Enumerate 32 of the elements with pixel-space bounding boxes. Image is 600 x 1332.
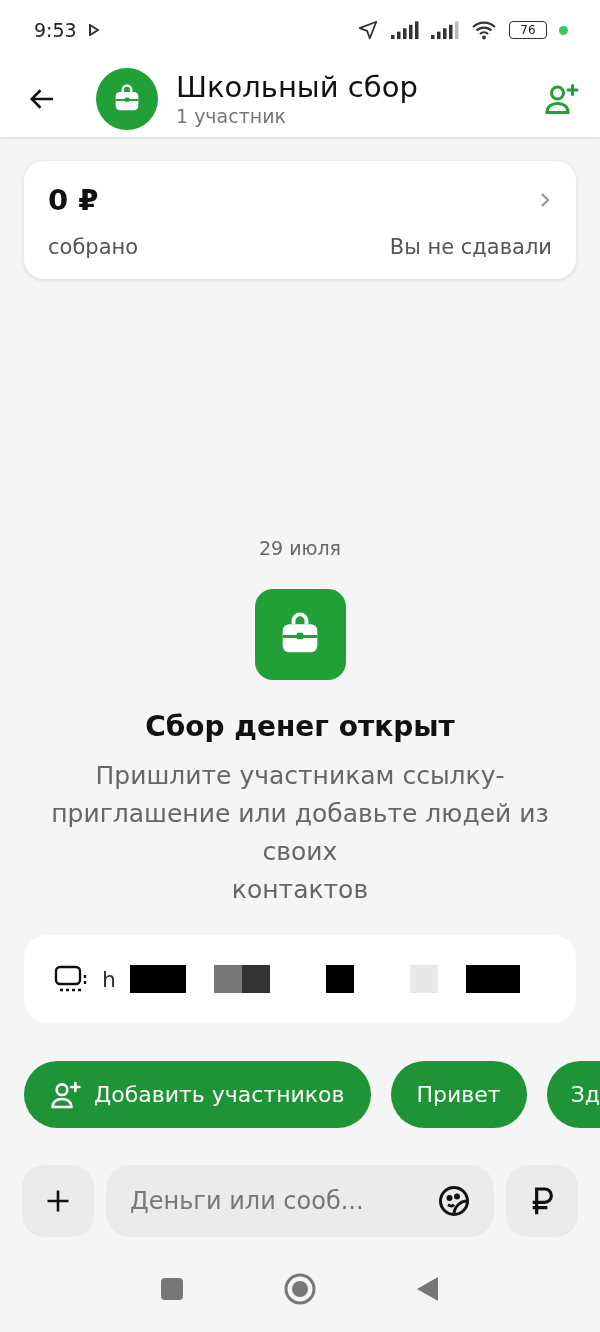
wifi-icon	[471, 20, 497, 40]
chevron-right-icon	[538, 191, 552, 209]
invite-link-card[interactable]: h	[24, 935, 576, 1023]
play-icon	[88, 24, 99, 36]
location-icon	[357, 19, 379, 41]
sticker-icon[interactable]	[436, 1183, 472, 1219]
status-time: 9:53	[34, 19, 77, 41]
home-icon[interactable]	[284, 1273, 316, 1305]
summary-card[interactable]: 0 ₽ собрано Вы не сдавали	[24, 161, 576, 279]
quick-reply-chip[interactable]: Зд	[546, 1061, 600, 1128]
collected-amount: 0 ₽	[48, 183, 99, 217]
event-description: Пришлите участникам ссылку- приглашение или добавьте людей из своих контактов	[51, 760, 549, 906]
recents-icon[interactable]	[160, 1277, 184, 1301]
collected-label: собрано	[48, 235, 139, 259]
money-button[interactable]	[506, 1165, 578, 1237]
battery-indicator: 76	[509, 21, 547, 39]
copy-link-icon	[54, 965, 88, 993]
back-icon[interactable]	[416, 1276, 440, 1302]
event-title: Сбор денег открыт	[145, 710, 455, 743]
message-input[interactable]: Деньги или сооб...	[128, 1186, 436, 1216]
message-composer[interactable]: Деньги или сооб...	[106, 1165, 494, 1237]
signal-icon	[391, 21, 419, 39]
status-dot	[559, 25, 568, 35]
quick-reply-chip[interactable]: Привет	[390, 1061, 527, 1128]
message-date: 29 июля	[258, 537, 342, 559]
add-participants-button[interactable]: Добавить участников	[24, 1061, 371, 1128]
signal-icon	[431, 21, 459, 39]
participants-count: 1 участник	[176, 103, 287, 128]
attach-button[interactable]	[22, 1165, 94, 1237]
invite-link: h	[102, 966, 116, 992]
chat-title: Школьный сбор	[176, 69, 419, 104]
payment-status: Вы не сдавали	[389, 235, 552, 259]
